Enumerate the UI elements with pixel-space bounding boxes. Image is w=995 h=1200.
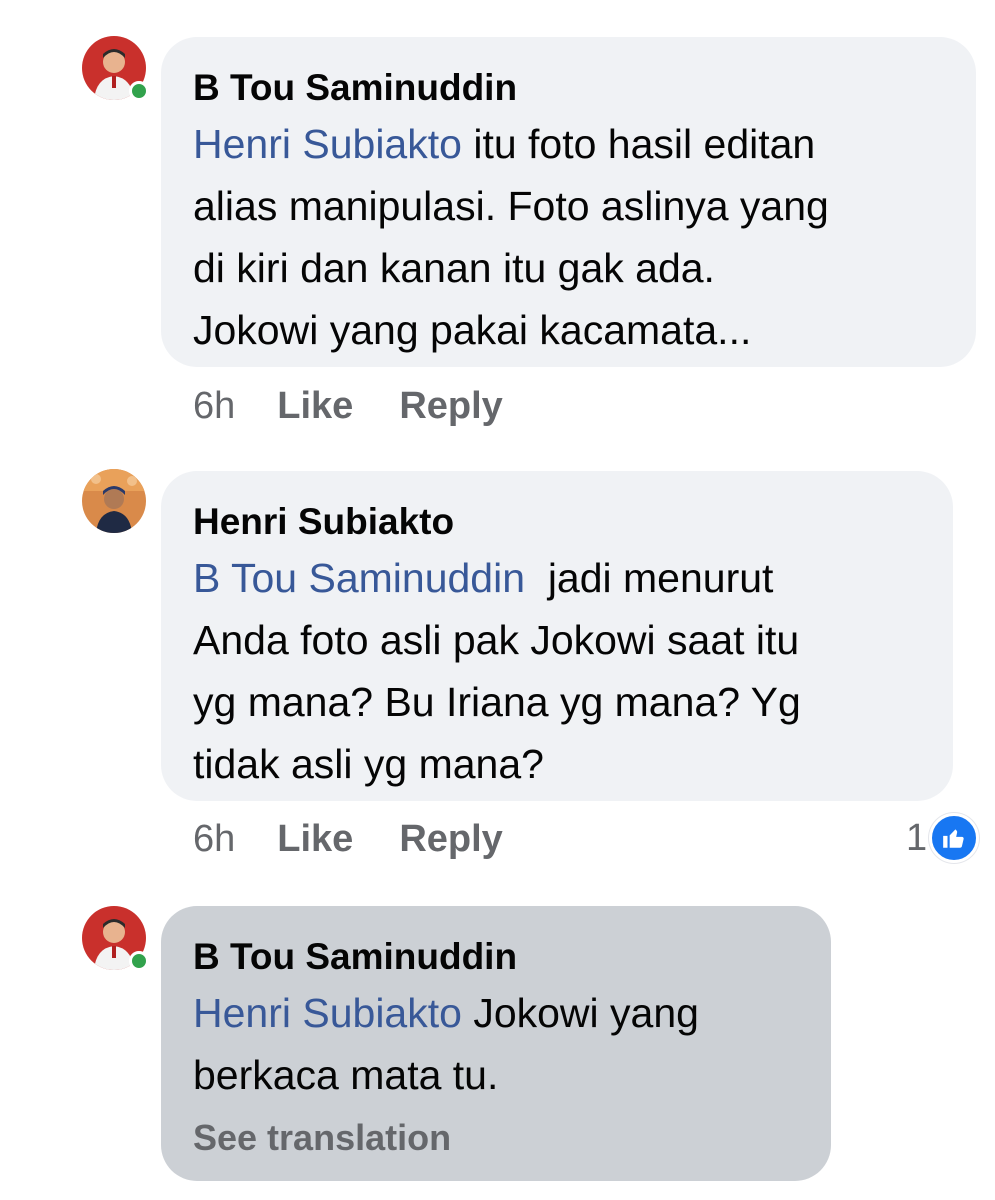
comment-author[interactable]: Henri Subiakto (193, 499, 921, 545)
comment-author[interactable]: B Tou Saminuddin (193, 65, 944, 111)
see-translation-link[interactable]: See translation (193, 1114, 799, 1162)
comment-text: B Tou Saminuddin jadi menurut Anda foto … (193, 555, 801, 787)
avatar-b-tou-saminuddin[interactable] (82, 906, 149, 971)
reply-button[interactable]: Reply (399, 815, 502, 863)
mention-link[interactable]: B Tou Saminuddin (193, 555, 525, 601)
reaction-count: 1 (906, 816, 928, 859)
comment-bubble[interactable]: Henri Subiakto B Tou Saminuddin jadi men… (161, 471, 953, 801)
comment-timestamp[interactable]: 6h (193, 382, 235, 430)
avatar-b-tou-saminuddin[interactable] (82, 36, 149, 101)
comment-text: Henri Subiakto Jokowi yang berkaca mata … (193, 990, 699, 1098)
comment-timestamp[interactable]: 6h (193, 815, 235, 863)
comment-author[interactable]: B Tou Saminuddin (193, 934, 799, 980)
online-status-dot (129, 81, 149, 101)
mention-link[interactable]: Henri Subiakto (193, 121, 462, 167)
like-button[interactable]: Like (277, 815, 353, 863)
comment-actions: 6h Like Reply (193, 382, 549, 430)
comment-text: Henri Subiakto itu foto hasil editan ali… (193, 121, 829, 353)
avatar-henri-subiakto[interactable] (82, 469, 146, 533)
reply-button[interactable]: Reply (399, 382, 502, 430)
comment-bubble[interactable]: B Tou Saminuddin Henri Subiakto itu foto… (161, 37, 976, 367)
comment-bubble-highlighted[interactable]: B Tou Saminuddin Henri Subiakto Jokowi y… (161, 906, 831, 1181)
reaction-summary[interactable]: 1 (906, 813, 980, 863)
thumbs-up-icon (929, 813, 980, 863)
online-status-dot (129, 951, 149, 971)
mention-link[interactable]: Henri Subiakto (193, 990, 462, 1036)
comment-actions: 6h Like Reply (193, 815, 549, 863)
like-button[interactable]: Like (277, 382, 353, 430)
